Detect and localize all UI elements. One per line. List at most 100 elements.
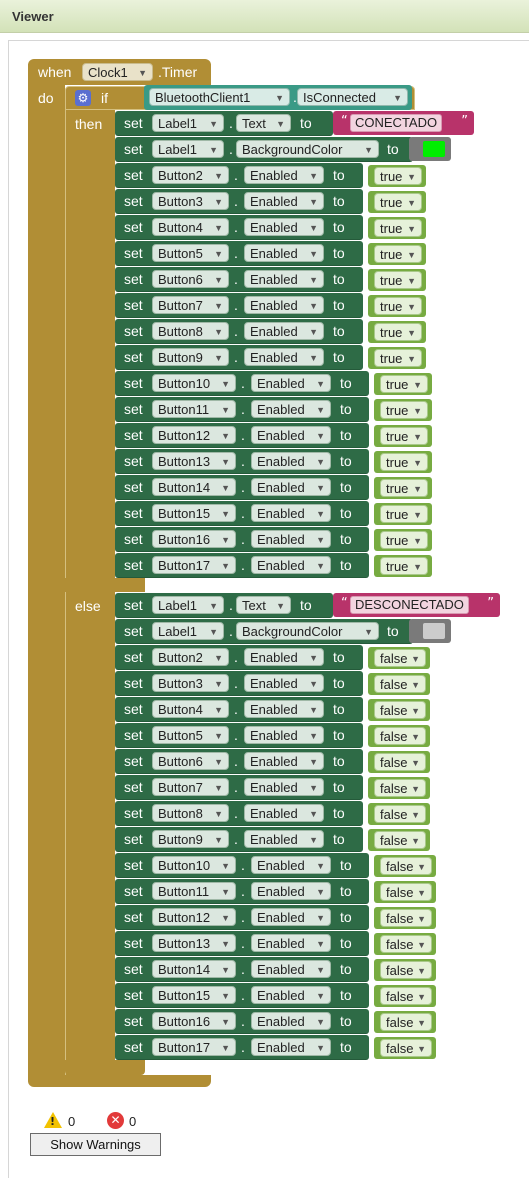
text-property-dropdown[interactable]: Text ▼	[236, 114, 291, 132]
bluetooth-isconnected-block[interactable]: BluetoothClient1 ▼ . IsConnected ▼	[144, 85, 412, 110]
set-button-enabled-block[interactable]: set Button9 ▼. Enabled ▼ to	[115, 827, 363, 852]
button-component-dropdown[interactable]: Button17 ▼	[152, 556, 236, 574]
boolean-block[interactable]: true ▼	[368, 217, 426, 239]
label-component-dropdown[interactable]: Label1 ▼	[152, 622, 224, 640]
boolean-dropdown[interactable]: true ▼	[374, 297, 422, 315]
boolean-block[interactable]: false ▼	[368, 725, 430, 747]
enabled-property-dropdown[interactable]: Enabled ▼	[251, 478, 331, 496]
boolean-dropdown[interactable]: false ▼	[380, 909, 432, 927]
enabled-property-dropdown[interactable]: Enabled ▼	[244, 296, 324, 314]
boolean-dropdown[interactable]: true ▼	[380, 479, 428, 497]
set-button-enabled-block[interactable]: set Button13 ▼. Enabled ▼ to	[115, 931, 369, 956]
enabled-property-dropdown[interactable]: Enabled ▼	[244, 726, 324, 744]
button-component-dropdown[interactable]: Button12 ▼	[152, 908, 236, 926]
set-button-enabled-block[interactable]: set Button2 ▼. Enabled ▼ to	[115, 163, 363, 188]
button-component-dropdown[interactable]: Button2 ▼	[152, 166, 229, 184]
set-button-enabled-block[interactable]: set Button5 ▼. Enabled ▼ to	[115, 241, 363, 266]
boolean-dropdown[interactable]: true ▼	[380, 505, 428, 523]
button-component-dropdown[interactable]: Button5 ▼	[152, 726, 229, 744]
set-button-enabled-block[interactable]: set Button2 ▼. Enabled ▼ to	[115, 645, 363, 670]
set-button-enabled-block[interactable]: set Button13 ▼. Enabled ▼ to	[115, 449, 369, 474]
enabled-property-dropdown[interactable]: Enabled ▼	[251, 1038, 331, 1056]
button-component-dropdown[interactable]: Button15 ▼	[152, 986, 236, 1004]
set-button-enabled-block[interactable]: set Button11 ▼. Enabled ▼ to	[115, 879, 369, 904]
boolean-dropdown[interactable]: true ▼	[374, 219, 422, 237]
boolean-dropdown[interactable]: true ▼	[380, 375, 428, 393]
enabled-property-dropdown[interactable]: Enabled ▼	[251, 452, 331, 470]
set-label-text-block[interactable]: set Label1 ▼. Text ▼ to	[115, 111, 333, 136]
boolean-dropdown[interactable]: false ▼	[380, 961, 432, 979]
boolean-dropdown[interactable]: false ▼	[380, 883, 432, 901]
color-block[interactable]	[409, 137, 451, 161]
set-button-enabled-block[interactable]: set Button7 ▼. Enabled ▼ to	[115, 775, 363, 800]
button-component-dropdown[interactable]: Button3 ▼	[152, 192, 229, 210]
set-button-enabled-block[interactable]: set Button7 ▼. Enabled ▼ to	[115, 293, 363, 318]
boolean-block[interactable]: false ▼	[374, 959, 436, 981]
boolean-dropdown[interactable]: false ▼	[380, 1013, 432, 1031]
boolean-block[interactable]: true ▼	[374, 503, 432, 525]
boolean-dropdown[interactable]: true ▼	[380, 531, 428, 549]
enabled-property-dropdown[interactable]: Enabled ▼	[244, 830, 324, 848]
button-component-dropdown[interactable]: Button7 ▼	[152, 296, 229, 314]
set-button-enabled-block[interactable]: set Button16 ▼. Enabled ▼ to	[115, 527, 369, 552]
button-component-dropdown[interactable]: Button17 ▼	[152, 1038, 236, 1056]
button-component-dropdown[interactable]: Button12 ▼	[152, 426, 236, 444]
gear-icon[interactable]: ⚙	[75, 90, 91, 106]
boolean-dropdown[interactable]: false ▼	[374, 753, 426, 771]
boolean-dropdown[interactable]: false ▼	[374, 831, 426, 849]
set-button-enabled-block[interactable]: set Button6 ▼. Enabled ▼ to	[115, 267, 363, 292]
boolean-dropdown[interactable]: false ▼	[374, 727, 426, 745]
boolean-block[interactable]: true ▼	[374, 373, 432, 395]
boolean-block[interactable]: false ▼	[368, 751, 430, 773]
boolean-block[interactable]: false ▼	[374, 907, 436, 929]
color-swatch[interactable]	[423, 141, 445, 157]
set-button-enabled-block[interactable]: set Button10 ▼. Enabled ▼ to	[115, 371, 369, 396]
boolean-dropdown[interactable]: true ▼	[374, 271, 422, 289]
backgroundcolor-property-dropdown[interactable]: BackgroundColor ▼	[236, 140, 379, 158]
boolean-dropdown[interactable]: false ▼	[374, 701, 426, 719]
button-component-dropdown[interactable]: Button10 ▼	[152, 856, 236, 874]
set-button-enabled-block[interactable]: set Button5 ▼. Enabled ▼ to	[115, 723, 363, 748]
text-string-block[interactable]: “DESCONECTADO ”	[333, 593, 500, 617]
enabled-property-dropdown[interactable]: Enabled ▼	[244, 778, 324, 796]
button-component-dropdown[interactable]: Button7 ▼	[152, 778, 229, 796]
event-block-footer[interactable]	[28, 1075, 211, 1087]
button-component-dropdown[interactable]: Button9 ▼	[152, 348, 229, 366]
set-button-enabled-block[interactable]: set Button16 ▼. Enabled ▼ to	[115, 1009, 369, 1034]
button-component-dropdown[interactable]: Button11 ▼	[152, 400, 236, 418]
boolean-dropdown[interactable]: false ▼	[374, 779, 426, 797]
enabled-property-dropdown[interactable]: Enabled ▼	[244, 192, 324, 210]
boolean-block[interactable]: false ▼	[368, 673, 430, 695]
boolean-block[interactable]: true ▼	[368, 165, 426, 187]
boolean-block[interactable]: true ▼	[368, 243, 426, 265]
label-component-dropdown[interactable]: Label1 ▼	[152, 140, 224, 158]
boolean-block[interactable]: false ▼	[374, 985, 436, 1007]
enabled-property-dropdown[interactable]: Enabled ▼	[251, 960, 331, 978]
color-swatch[interactable]	[423, 623, 445, 639]
boolean-dropdown[interactable]: true ▼	[380, 401, 428, 419]
set-button-enabled-block[interactable]: set Button4 ▼. Enabled ▼ to	[115, 697, 363, 722]
set-button-enabled-block[interactable]: set Button8 ▼. Enabled ▼ to	[115, 319, 363, 344]
boolean-block[interactable]: false ▼	[374, 1037, 436, 1059]
enabled-property-dropdown[interactable]: Enabled ▼	[251, 374, 331, 392]
enabled-property-dropdown[interactable]: Enabled ▼	[251, 400, 331, 418]
boolean-block[interactable]: false ▼	[374, 1011, 436, 1033]
button-component-dropdown[interactable]: Button13 ▼	[152, 452, 236, 470]
boolean-dropdown[interactable]: true ▼	[380, 427, 428, 445]
set-button-enabled-block[interactable]: set Button8 ▼. Enabled ▼ to	[115, 801, 363, 826]
set-button-enabled-block[interactable]: set Button4 ▼. Enabled ▼ to	[115, 215, 363, 240]
enabled-property-dropdown[interactable]: Enabled ▼	[251, 556, 331, 574]
set-button-enabled-block[interactable]: set Button3 ▼. Enabled ▼ to	[115, 671, 363, 696]
button-component-dropdown[interactable]: Button15 ▼	[152, 504, 236, 522]
enabled-property-dropdown[interactable]: Enabled ▼	[251, 1012, 331, 1030]
button-component-dropdown[interactable]: Button4 ▼	[152, 218, 229, 236]
button-component-dropdown[interactable]: Button10 ▼	[152, 374, 236, 392]
set-button-enabled-block[interactable]: set Button11 ▼. Enabled ▼ to	[115, 397, 369, 422]
set-button-enabled-block[interactable]: set Button12 ▼. Enabled ▼ to	[115, 423, 369, 448]
label-component-dropdown[interactable]: Label1 ▼	[152, 596, 224, 614]
set-button-enabled-block[interactable]: set Button15 ▼. Enabled ▼ to	[115, 983, 369, 1008]
boolean-dropdown[interactable]: true ▼	[374, 349, 422, 367]
isconnected-property-dropdown[interactable]: IsConnected ▼	[297, 88, 408, 106]
boolean-dropdown[interactable]: true ▼	[374, 193, 422, 211]
set-button-enabled-block[interactable]: set Button17 ▼. Enabled ▼ to	[115, 1035, 369, 1060]
